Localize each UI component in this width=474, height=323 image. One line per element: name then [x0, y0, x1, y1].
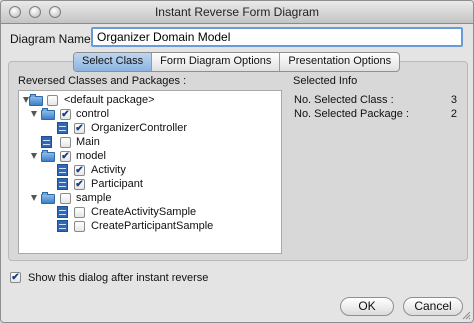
tree-row-activity[interactable]: Activity	[19, 163, 281, 177]
window-title: Instant Reverse Form Diagram	[154, 5, 320, 19]
tree-row-label: model	[76, 150, 106, 162]
selected-class-row: No. Selected Class : 3	[294, 94, 457, 106]
disclosure-triangle-icon[interactable]	[31, 111, 37, 117]
tree-checkbox[interactable]	[60, 193, 71, 204]
tree-checkbox[interactable]	[74, 221, 85, 232]
tree-checkbox[interactable]	[47, 95, 58, 106]
tab-form-diagram-options[interactable]: Form Diagram Options	[151, 53, 279, 71]
tree-row-label: CreateParticipantSample	[91, 220, 214, 232]
tree-checkbox[interactable]	[74, 207, 85, 218]
tree-checkbox[interactable]	[60, 109, 71, 120]
selected-class-label: No. Selected Class :	[294, 94, 394, 106]
tree-row-model[interactable]: model	[19, 149, 281, 163]
tree-row-create-participant-sample[interactable]: CreateParticipantSample	[19, 219, 281, 233]
tree-row-label: Activity	[91, 164, 126, 176]
class-package-tree[interactable]: <default package> control OrganizerContr…	[18, 90, 282, 254]
tree-row-label: CreateActivitySample	[91, 206, 197, 218]
tree-checkbox[interactable]	[74, 123, 85, 134]
cancel-button[interactable]: Cancel	[403, 297, 463, 316]
tree-row-label: control	[76, 108, 110, 120]
tab-select-class[interactable]: Select Class	[74, 53, 152, 71]
class-icon	[57, 206, 68, 218]
tree-row-label: OrganizerController	[91, 122, 187, 134]
tab-presentation-options[interactable]: Presentation Options	[279, 53, 399, 71]
ok-button[interactable]: OK	[340, 297, 394, 316]
disclosure-triangle-icon[interactable]	[31, 195, 37, 201]
show-dialog-checkbox[interactable]	[10, 272, 21, 283]
package-folder-icon	[41, 150, 55, 162]
tree-row-main[interactable]: Main	[19, 135, 281, 149]
disclosure-triangle-icon[interactable]	[31, 153, 37, 159]
title-bar[interactable]: Instant Reverse Form Diagram	[1, 1, 473, 24]
diagram-name-input[interactable]	[91, 27, 463, 47]
tree-row-create-activity-sample[interactable]: CreateActivitySample	[19, 205, 281, 219]
class-icon	[57, 164, 68, 176]
tree-row-label: sample	[76, 192, 112, 204]
tree-row-organizer-controller[interactable]: OrganizerController	[19, 121, 281, 135]
package-folder-icon	[41, 192, 55, 204]
selected-class-count: 3	[450, 94, 457, 106]
tree-checkbox[interactable]	[74, 165, 85, 176]
class-icon	[57, 178, 68, 190]
tree-row-label: Participant	[91, 178, 143, 190]
selected-package-label: No. Selected Package :	[294, 108, 409, 120]
dialog-window: Instant Reverse Form Diagram Diagram Nam…	[0, 0, 474, 323]
package-folder-icon	[41, 108, 55, 120]
tree-row-default-package[interactable]: <default package>	[19, 93, 281, 107]
show-dialog-label[interactable]: Show this dialog after instant reverse	[28, 272, 208, 284]
class-icon	[57, 122, 68, 134]
tree-row-label: <default package>	[64, 94, 155, 106]
diagram-name-label: Diagram Name :	[10, 32, 98, 46]
class-icon	[41, 136, 52, 148]
tree-checkbox[interactable]	[60, 151, 71, 162]
tab-bar: Select Class Form Diagram Options Presen…	[73, 52, 401, 72]
selected-info-heading: Selected Info	[293, 75, 358, 87]
tree-row-participant[interactable]: Participant	[19, 177, 281, 191]
selected-info-panel: No. Selected Class : 3 No. Selected Pack…	[290, 90, 461, 254]
tree-row-control[interactable]: control	[19, 107, 281, 121]
tree-row-label: Main	[76, 136, 100, 148]
tree-checkbox[interactable]	[60, 137, 71, 148]
tree-heading: Reversed Classes and Packages :	[18, 75, 187, 87]
selected-package-count: 2	[450, 108, 457, 120]
tree-checkbox[interactable]	[74, 179, 85, 190]
selected-package-row: No. Selected Package : 2	[294, 108, 457, 120]
package-folder-icon	[29, 94, 43, 106]
class-icon	[57, 220, 68, 232]
resize-grip-icon[interactable]	[461, 310, 471, 320]
tree-row-sample[interactable]: sample	[19, 191, 281, 205]
